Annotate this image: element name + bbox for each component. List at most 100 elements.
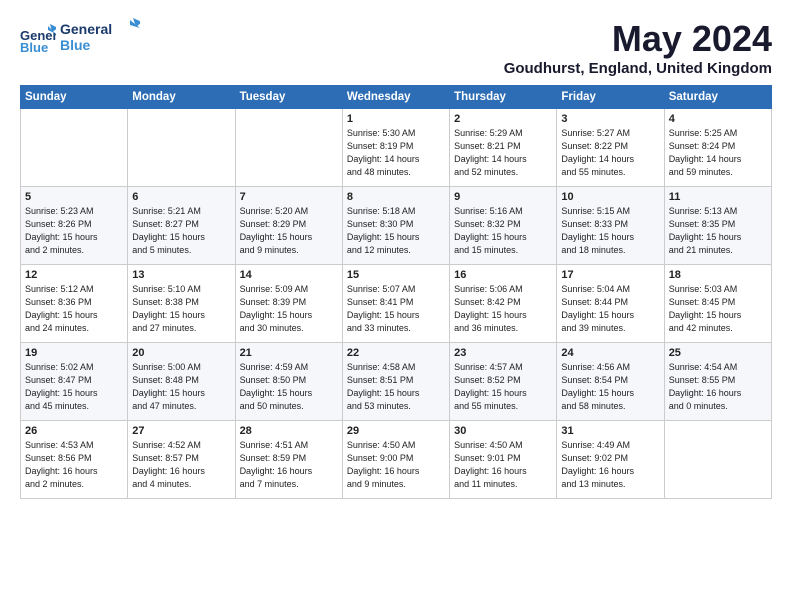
day-info: Sunrise: 4:50 AM Sunset: 9:01 PM Dayligh… — [454, 439, 552, 491]
calendar-cell — [664, 421, 771, 499]
day-number: 2 — [454, 113, 552, 125]
svg-text:Blue: Blue — [20, 40, 48, 55]
day-info: Sunrise: 5:27 AM Sunset: 8:22 PM Dayligh… — [561, 127, 659, 179]
day-info: Sunrise: 5:12 AM Sunset: 8:36 PM Dayligh… — [25, 283, 123, 335]
day-number: 9 — [454, 191, 552, 203]
day-info: Sunrise: 4:53 AM Sunset: 8:56 PM Dayligh… — [25, 439, 123, 491]
day-number: 4 — [669, 113, 767, 125]
month-title: May 2024 — [504, 18, 772, 60]
logo-icon: General Blue — [20, 22, 56, 58]
col-sunday: Sunday — [21, 86, 128, 109]
day-info: Sunrise: 4:50 AM Sunset: 9:00 PM Dayligh… — [347, 439, 445, 491]
day-number: 18 — [669, 269, 767, 281]
calendar-cell: 18 Sunrise: 5:03 AM Sunset: 8:45 PM Dayli… — [664, 265, 771, 343]
svg-text:Blue: Blue — [60, 37, 91, 53]
calendar-table: Sunday Monday Tuesday Wednesday Thursday… — [20, 85, 772, 499]
day-number: 3 — [561, 113, 659, 125]
day-info: Sunrise: 5:00 AM Sunset: 8:48 PM Dayligh… — [132, 361, 230, 413]
week-row-2: 5 Sunrise: 5:23 AM Sunset: 8:26 PM Daylig… — [21, 187, 772, 265]
day-number: 17 — [561, 269, 659, 281]
calendar-cell: 11 Sunrise: 5:13 AM Sunset: 8:35 PM Dayli… — [664, 187, 771, 265]
day-info: Sunrise: 4:52 AM Sunset: 8:57 PM Dayligh… — [132, 439, 230, 491]
calendar-cell: 23 Sunrise: 4:57 AM Sunset: 8:52 PM Dayli… — [450, 343, 557, 421]
calendar-cell: 17 Sunrise: 5:04 AM Sunset: 8:44 PM Dayli… — [557, 265, 664, 343]
logo-svg: General Blue — [60, 18, 140, 56]
day-info: Sunrise: 5:07 AM Sunset: 8:41 PM Dayligh… — [347, 283, 445, 335]
day-info: Sunrise: 4:58 AM Sunset: 8:51 PM Dayligh… — [347, 361, 445, 413]
day-number: 6 — [132, 191, 230, 203]
calendar-cell: 30Sunrise: 4:50 AM Sunset: 9:01 PM Dayli… — [450, 421, 557, 499]
day-info: Sunrise: 5:04 AM Sunset: 8:44 PM Dayligh… — [561, 283, 659, 335]
calendar-cell: 7 Sunrise: 5:20 AM Sunset: 8:29 PM Daylig… — [235, 187, 342, 265]
calendar-cell: 20 Sunrise: 5:00 AM Sunset: 8:48 PM Dayli… — [128, 343, 235, 421]
day-number: 23 — [454, 347, 552, 359]
col-monday: Monday — [128, 86, 235, 109]
calendar-cell: 13Sunrise: 5:10 AM Sunset: 8:38 PM Dayli… — [128, 265, 235, 343]
col-saturday: Saturday — [664, 86, 771, 109]
logo: General Blue General Blue — [20, 18, 140, 61]
day-info: Sunrise: 5:02 AM Sunset: 8:47 PM Dayligh… — [25, 361, 123, 413]
calendar-cell: 15Sunrise: 5:07 AM Sunset: 8:41 PM Dayli… — [342, 265, 449, 343]
svg-text:General: General — [60, 21, 112, 37]
day-info: Sunrise: 4:56 AM Sunset: 8:54 PM Dayligh… — [561, 361, 659, 413]
calendar-cell: 25 Sunrise: 4:54 AM Sunset: 8:55 PM Dayli… — [664, 343, 771, 421]
header: General Blue General Blue May 2024 Goudh… — [20, 18, 772, 77]
day-info: Sunrise: 4:51 AM Sunset: 8:59 PM Dayligh… — [240, 439, 338, 491]
day-number: 16 — [454, 269, 552, 281]
week-row-4: 19 Sunrise: 5:02 AM Sunset: 8:47 PM Dayli… — [21, 343, 772, 421]
calendar-cell: 21 Sunrise: 4:59 AM Sunset: 8:50 PM Dayli… — [235, 343, 342, 421]
day-number: 13 — [132, 269, 230, 281]
day-number: 5 — [25, 191, 123, 203]
day-number: 25 — [669, 347, 767, 359]
day-info: Sunrise: 5:20 AM Sunset: 8:29 PM Dayligh… — [240, 205, 338, 257]
day-info: Sunrise: 4:49 AM Sunset: 9:02 PM Dayligh… — [561, 439, 659, 491]
day-info: Sunrise: 5:16 AM Sunset: 8:32 PM Dayligh… — [454, 205, 552, 257]
day-info: Sunrise: 5:29 AM Sunset: 8:21 PM Dayligh… — [454, 127, 552, 179]
day-number: 21 — [240, 347, 338, 359]
week-row-5: 26 Sunrise: 4:53 AM Sunset: 8:56 PM Dayli… — [21, 421, 772, 499]
day-number: 19 — [25, 347, 123, 359]
calendar-cell: 26 Sunrise: 4:53 AM Sunset: 8:56 PM Dayli… — [21, 421, 128, 499]
day-number: 20 — [132, 347, 230, 359]
day-info: Sunrise: 4:57 AM Sunset: 8:52 PM Dayligh… — [454, 361, 552, 413]
calendar-cell: 12Sunrise: 5:12 AM Sunset: 8:36 PM Dayli… — [21, 265, 128, 343]
day-info: Sunrise: 4:59 AM Sunset: 8:50 PM Dayligh… — [240, 361, 338, 413]
calendar-cell — [235, 109, 342, 187]
day-info: Sunrise: 5:30 AM Sunset: 8:19 PM Dayligh… — [347, 127, 445, 179]
calendar-cell: 5 Sunrise: 5:23 AM Sunset: 8:26 PM Daylig… — [21, 187, 128, 265]
day-info: Sunrise: 5:03 AM Sunset: 8:45 PM Dayligh… — [669, 283, 767, 335]
day-info: Sunrise: 5:06 AM Sunset: 8:42 PM Dayligh… — [454, 283, 552, 335]
calendar-cell: 31Sunrise: 4:49 AM Sunset: 9:02 PM Dayli… — [557, 421, 664, 499]
day-info: Sunrise: 4:54 AM Sunset: 8:55 PM Dayligh… — [669, 361, 767, 413]
day-number: 11 — [669, 191, 767, 203]
calendar-cell: 8Sunrise: 5:18 AM Sunset: 8:30 PM Daylig… — [342, 187, 449, 265]
day-number: 7 — [240, 191, 338, 203]
calendar-cell: 24Sunrise: 4:56 AM Sunset: 8:54 PM Dayli… — [557, 343, 664, 421]
calendar-cell: 19 Sunrise: 5:02 AM Sunset: 8:47 PM Dayli… — [21, 343, 128, 421]
weekday-header-row: Sunday Monday Tuesday Wednesday Thursday… — [21, 86, 772, 109]
col-tuesday: Tuesday — [235, 86, 342, 109]
calendar-cell: 22 Sunrise: 4:58 AM Sunset: 8:51 PM Dayli… — [342, 343, 449, 421]
day-number: 10 — [561, 191, 659, 203]
calendar-cell: 27 Sunrise: 4:52 AM Sunset: 8:57 PM Dayli… — [128, 421, 235, 499]
calendar-cell: 10Sunrise: 5:15 AM Sunset: 8:33 PM Dayli… — [557, 187, 664, 265]
day-number: 22 — [347, 347, 445, 359]
calendar-cell: 4 Sunrise: 5:25 AM Sunset: 8:24 PM Daylig… — [664, 109, 771, 187]
day-number: 14 — [240, 269, 338, 281]
calendar-cell: 6 Sunrise: 5:21 AM Sunset: 8:27 PM Daylig… — [128, 187, 235, 265]
col-thursday: Thursday — [450, 86, 557, 109]
page: General Blue General Blue May 2024 Goudh… — [0, 0, 792, 509]
calendar-cell: 9 Sunrise: 5:16 AM Sunset: 8:32 PM Daylig… — [450, 187, 557, 265]
location: Goudhurst, England, United Kingdom — [504, 60, 772, 77]
week-row-3: 12Sunrise: 5:12 AM Sunset: 8:36 PM Dayli… — [21, 265, 772, 343]
calendar-cell: 14Sunrise: 5:09 AM Sunset: 8:39 PM Dayli… — [235, 265, 342, 343]
day-number: 26 — [25, 425, 123, 437]
day-info: Sunrise: 5:25 AM Sunset: 8:24 PM Dayligh… — [669, 127, 767, 179]
day-info: Sunrise: 5:21 AM Sunset: 8:27 PM Dayligh… — [132, 205, 230, 257]
day-info: Sunrise: 5:13 AM Sunset: 8:35 PM Dayligh… — [669, 205, 767, 257]
day-number: 27 — [132, 425, 230, 437]
day-number: 29 — [347, 425, 445, 437]
calendar-cell: 2 Sunrise: 5:29 AM Sunset: 8:21 PM Daylig… — [450, 109, 557, 187]
day-info: Sunrise: 5:23 AM Sunset: 8:26 PM Dayligh… — [25, 205, 123, 257]
week-row-1: 1Sunrise: 5:30 AM Sunset: 8:19 PM Daylig… — [21, 109, 772, 187]
